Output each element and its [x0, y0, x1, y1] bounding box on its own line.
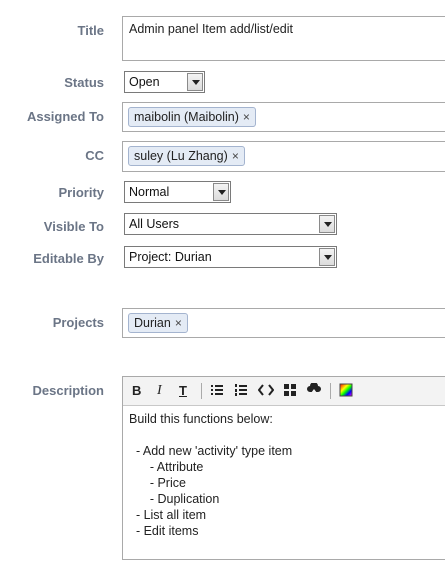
chevron-down-icon[interactable]	[319, 248, 335, 266]
color-picker-icon	[339, 383, 353, 397]
assigned-to-field[interactable]: maibolin (Maibolin) ×	[122, 102, 445, 132]
priority-value: Normal	[129, 185, 170, 199]
code-icon	[257, 384, 275, 396]
title-label: Title	[77, 23, 105, 38]
status-label: Status	[64, 75, 104, 90]
numbered-list-icon	[235, 384, 247, 396]
description-editor[interactable]: B I T Build this functions below: - Add …	[122, 376, 445, 560]
cc-field[interactable]: suley (Lu Zhang) ×	[122, 141, 445, 172]
visible-to-select[interactable]: All Users	[124, 213, 337, 235]
title-value: Admin panel Item add/list/edit	[129, 22, 293, 36]
table-icon	[284, 384, 296, 396]
code-button[interactable]	[257, 383, 275, 399]
projects-label: Projects	[52, 315, 104, 330]
description-text: Build this functions below: - Add new 'a…	[129, 412, 293, 538]
italic-button[interactable]: I	[157, 383, 162, 399]
projects-field[interactable]: Durian ×	[122, 308, 445, 338]
chevron-down-icon[interactable]	[213, 183, 229, 201]
cc-label: CC	[85, 148, 104, 163]
description-label: Description	[32, 383, 104, 398]
cc-tag-label: suley (Lu Zhang)	[134, 149, 228, 163]
bullet-list-icon	[211, 385, 223, 395]
assigned-to-label: Assigned To	[26, 109, 104, 124]
title-field[interactable]: Admin panel Item add/list/edit	[122, 16, 445, 61]
assigned-to-tag: maibolin (Maibolin) ×	[128, 107, 256, 127]
remove-tag-icon[interactable]: ×	[243, 110, 250, 124]
remove-tag-icon[interactable]: ×	[232, 149, 239, 163]
cc-tag: suley (Lu Zhang) ×	[128, 146, 245, 166]
visible-to-value: All Users	[129, 217, 180, 231]
cloud-upload-icon	[307, 382, 321, 396]
status-select[interactable]: Open	[124, 71, 205, 93]
upload-button[interactable]	[306, 382, 322, 399]
projects-tag: Durian ×	[128, 313, 188, 333]
remove-tag-icon[interactable]: ×	[175, 316, 182, 330]
editable-by-value: Project: Durian	[129, 250, 212, 264]
bold-button[interactable]: B	[132, 383, 141, 399]
numbered-list-button[interactable]	[234, 383, 248, 399]
status-value: Open	[129, 75, 160, 89]
table-button[interactable]	[283, 383, 297, 399]
priority-label: Priority	[58, 185, 104, 200]
chevron-down-icon[interactable]	[187, 73, 203, 91]
strikethrough-button[interactable]: T	[179, 383, 187, 399]
visible-to-label: Visible To	[43, 219, 104, 234]
assigned-to-tag-label: maibolin (Maibolin)	[134, 110, 239, 124]
toolbar-divider	[201, 383, 202, 399]
projects-tag-label: Durian	[134, 316, 171, 330]
editor-toolbar: B I T	[123, 377, 445, 406]
editable-by-select[interactable]: Project: Durian	[124, 246, 337, 268]
priority-select[interactable]: Normal	[124, 181, 231, 203]
editable-by-label: Editable By	[33, 251, 104, 266]
toolbar-divider	[330, 383, 331, 399]
color-picker-button[interactable]	[339, 383, 353, 399]
chevron-down-icon[interactable]	[319, 215, 335, 233]
bullet-list-button[interactable]	[210, 383, 224, 399]
